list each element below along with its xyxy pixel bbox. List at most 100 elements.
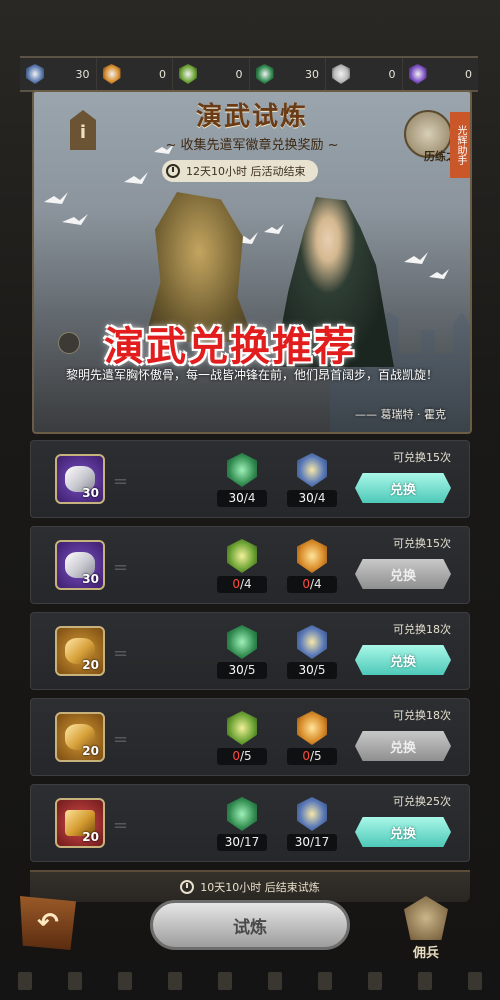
required-amount: /4 <box>313 491 326 505</box>
clock-icon <box>166 164 180 178</box>
lime-medal-icon <box>179 64 197 84</box>
reward-item[interactable]: 20 <box>55 626 105 676</box>
required-amount: /5 <box>313 663 326 677</box>
green-badge-icon <box>227 453 257 487</box>
owned-amount: 30 <box>298 663 314 677</box>
cost-a: 0/5 <box>217 711 267 765</box>
owned-amount: 30 <box>228 491 244 505</box>
required-amount: /4 <box>309 577 322 591</box>
equals-sign: = <box>113 557 129 578</box>
exchange-row: 20 = 30/5 30/5 可兑换18次 兑换 <box>30 612 470 690</box>
lime-badge-icon <box>227 711 257 745</box>
cost-amount: 30/5 <box>217 662 267 679</box>
cost-b: 0/4 <box>287 539 337 593</box>
reward-item[interactable]: 30 <box>55 540 105 590</box>
currency-amount: 0 <box>159 67 166 81</box>
reward-item[interactable]: 20 <box>55 712 105 762</box>
decor-tick <box>68 972 82 990</box>
cost-amount: 0/4 <box>287 576 337 593</box>
green-badge-icon <box>227 625 257 659</box>
decor-tick <box>218 972 232 990</box>
currency-amount: 0 <box>235 67 243 81</box>
blue-badge-icon <box>297 797 327 831</box>
helmet-icon <box>404 896 448 940</box>
remaining-exchanges: 可兑换18次 <box>393 709 451 722</box>
cost-amount: 30/17 <box>287 834 337 851</box>
back-button[interactable]: ↶ <box>20 896 76 950</box>
remaining-exchanges: 可兑换18次 <box>393 623 451 636</box>
search-icon[interactable] <box>58 332 80 354</box>
remaining-exchanges: 可兑换15次 <box>393 537 451 550</box>
cost-amount: 0/5 <box>287 748 337 765</box>
trial-button[interactable]: 试炼 <box>150 900 350 950</box>
cost-amount: 30/4 <box>217 490 267 507</box>
cost-amount: 0/5 <box>217 748 267 765</box>
decor-tick <box>268 972 282 990</box>
exchange-row: 20 = 30/17 30/17 可兑换25次 兑换 <box>30 784 470 862</box>
currency-amount: 0 <box>388 67 396 81</box>
reward-count: 30 <box>82 572 99 586</box>
required-amount: /4 <box>243 491 256 505</box>
currency-slot: 0 <box>173 58 250 90</box>
owned-amount: 30 <box>228 663 244 677</box>
reward-count: 20 <box>82 658 99 672</box>
purple-medal-icon <box>408 64 427 84</box>
cost-a: 0/4 <box>217 539 267 593</box>
quote-author: —— 葛瑞特 · 霍克 <box>355 408 446 421</box>
currency-bar: 30 0 0 30 0 0 <box>20 56 478 92</box>
reward-item[interactable]: 30 <box>55 454 105 504</box>
required-amount: /5 <box>239 749 252 763</box>
reward-count: 20 <box>82 830 99 844</box>
blue-medal-icon <box>26 64 44 84</box>
exchange-button[interactable]: 兑换 <box>355 559 451 589</box>
cost-b: 0/5 <box>287 711 337 765</box>
decor-tick <box>18 972 32 990</box>
reward-item[interactable]: 20 <box>55 798 105 848</box>
orange-badge-icon <box>297 539 327 573</box>
owned-amount: 0 <box>302 577 310 591</box>
equals-sign: = <box>113 643 129 664</box>
clock-icon <box>180 880 195 894</box>
orange-badge-icon <box>297 711 327 745</box>
mercenary-button[interactable]: 佣兵 <box>396 896 456 962</box>
currency-amount: 30 <box>75 67 90 81</box>
required-amount: /4 <box>239 577 252 591</box>
blue-badge-icon <box>297 453 327 487</box>
exchange-list: 30 = 30/4 30/4 可兑换15次 兑换 30 = 0/4 0/4 可兑换15次 兑换 20 = 3… <box>30 440 470 870</box>
event-timer-text: 12天10小时 后活动结束 <box>186 165 306 178</box>
cost-b: 30/17 <box>287 797 337 851</box>
required-amount: /5 <box>243 663 256 677</box>
currency-slot: 0 <box>97 58 173 90</box>
exchange-button[interactable]: 兑换 <box>355 473 451 503</box>
helper-side-tab[interactable]: 光辉助手 <box>450 112 470 178</box>
decor-tick <box>368 972 382 990</box>
owned-amount: 30 <box>294 835 310 849</box>
exchange-button[interactable]: 兑换 <box>355 817 451 847</box>
decor-tick <box>118 972 132 990</box>
green-medal-icon <box>255 64 274 84</box>
silver-medal-icon <box>332 64 350 84</box>
currency-amount: 30 <box>305 67 319 81</box>
decor-tick <box>318 972 332 990</box>
decor-tick <box>468 972 482 990</box>
exchange-button[interactable]: 兑换 <box>355 645 451 675</box>
required-amount: /17 <box>239 835 260 849</box>
lime-badge-icon <box>227 539 257 573</box>
remaining-exchanges: 可兑换25次 <box>393 795 451 808</box>
remaining-exchanges: 可兑换15次 <box>393 451 451 464</box>
exchange-button[interactable]: 兑换 <box>355 731 451 761</box>
game-screen: 30 0 0 30 0 0 i 演武试炼 ~ 收集先遣军徽章兑换奖励 ~ 12天10小时 … <box>0 0 500 1000</box>
owned-amount: 0 <box>232 577 240 591</box>
cost-b: 30/5 <box>287 625 337 679</box>
currency-slot: 30 <box>250 58 326 90</box>
cost-b: 30/4 <box>287 453 337 507</box>
hero-quote: 黎明先遣军胸怀傲骨，每一战皆冲锋在前，他们昂首阔步，百战凯旋！ <box>65 368 438 382</box>
owned-amount: 0 <box>302 749 310 763</box>
owned-amount: 0 <box>232 749 240 763</box>
mercenary-label: 佣兵 <box>412 946 439 961</box>
owned-amount: 30 <box>224 835 240 849</box>
decor-tick <box>418 972 432 990</box>
trial-end-text: 10天10小时 后结束试炼 <box>200 881 320 894</box>
cost-a: 30/4 <box>217 453 267 507</box>
exchange-row: 20 = 0/5 0/5 可兑换18次 兑换 <box>30 698 470 776</box>
